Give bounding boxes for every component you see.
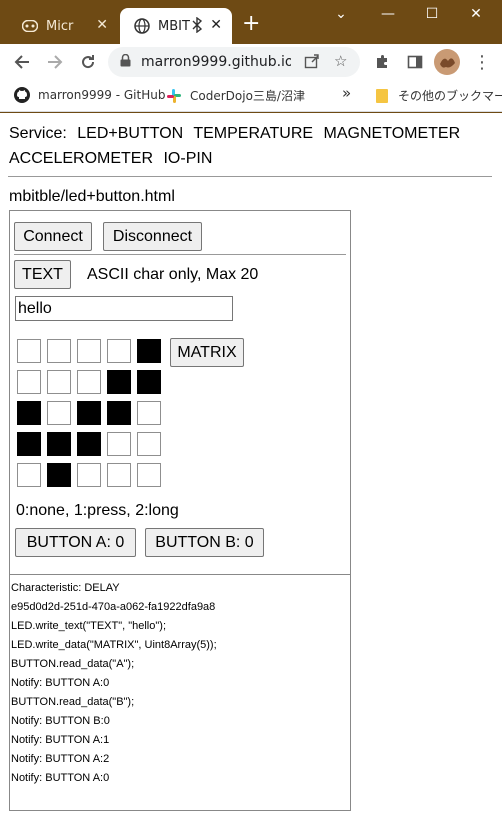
minimize-button[interactable]: —	[374, 6, 402, 22]
forward-icon[interactable]	[43, 50, 67, 74]
log-line: BUTTON.read_data("B");	[11, 696, 135, 708]
led-cell[interactable]	[77, 401, 101, 425]
button-b[interactable]: BUTTON B: 0	[145, 528, 264, 557]
led-cell[interactable]	[47, 401, 71, 425]
service-link-io-pin[interactable]: IO-PIN	[163, 150, 212, 167]
led-cell[interactable]	[137, 401, 161, 425]
bookmark-label: その他のブックマーク	[398, 89, 502, 103]
github-icon	[14, 87, 30, 103]
share-icon[interactable]	[304, 53, 320, 73]
service-link-accelerometer[interactable]: ACCELEROMETER	[9, 150, 153, 167]
connect-button[interactable]: Connect	[14, 222, 92, 251]
tab-mbit[interactable]: MBIT ✕	[120, 8, 232, 44]
log-line: Notify: BUTTON B:0	[11, 715, 110, 727]
led-cell[interactable]	[17, 432, 41, 456]
led-cell[interactable]	[137, 370, 161, 394]
led-cell[interactable]	[137, 339, 161, 363]
led-cell[interactable]	[107, 401, 131, 425]
service-prefix: Service:	[9, 125, 67, 142]
tab-label: MBIT	[158, 18, 190, 34]
log-line: Notify: BUTTON A:2	[11, 753, 110, 765]
led-cell[interactable]	[47, 463, 71, 487]
page-filename: mbitble/led+button.html	[9, 188, 175, 205]
bookmark-github[interactable]: marron9999 - GitHub	[14, 87, 165, 103]
tab-strip: Micr ✕ MBIT ✕ + ⌄ — ☐ ✕	[0, 0, 502, 44]
matrix-button[interactable]: MATRIX	[170, 338, 244, 367]
globe-icon	[134, 18, 150, 34]
led-cell[interactable]	[107, 463, 131, 487]
led-cell[interactable]	[47, 339, 71, 363]
disconnect-button[interactable]: Disconnect	[103, 222, 202, 251]
url-text: marron9999.github.io...	[141, 54, 291, 70]
tab-close-icon[interactable]: ✕	[210, 17, 222, 33]
log-line: e95d0d2d-251d-470a-a062-fa1922dfa9a8	[11, 601, 216, 613]
tab-label: Micr	[46, 18, 74, 34]
text-hint: ASCII char only, Max 20	[87, 266, 259, 283]
led-cell[interactable]	[77, 339, 101, 363]
led-cell[interactable]	[107, 432, 131, 456]
led-cell[interactable]	[17, 463, 41, 487]
led-cell[interactable]	[17, 339, 41, 363]
text-button[interactable]: TEXT	[14, 260, 71, 289]
other-bookmarks[interactable]: その他のブックマーク	[374, 87, 502, 104]
divider	[8, 176, 492, 177]
bookmark-label: CoderDojo三島/沼津	[190, 89, 305, 103]
profile-avatar[interactable]	[434, 49, 460, 75]
log-line: LED.write_text("TEXT", "hello");	[11, 620, 166, 632]
led-cell[interactable]	[17, 401, 41, 425]
divider	[14, 254, 346, 255]
divider	[10, 574, 350, 575]
extensions-icon[interactable]	[370, 50, 394, 74]
service-link-temperature[interactable]: TEMPERATURE	[193, 125, 313, 142]
event-log: Characteristic: DELAY e95d0d2d-251d-470a-…	[11, 579, 217, 788]
tab-close-icon[interactable]: ✕	[96, 17, 108, 33]
led-cell[interactable]	[17, 370, 41, 394]
led-cell[interactable]	[137, 432, 161, 456]
reload-icon[interactable]	[76, 50, 100, 74]
led-cell[interactable]	[137, 463, 161, 487]
log-line: LED.write_data("MATRIX", Uint8Array(5));	[11, 639, 217, 651]
bookmarks-bar: marron9999 - GitHub CoderDojo三島/沼津 » その他…	[0, 80, 502, 112]
log-line: Notify: BUTTON A:0	[11, 677, 110, 689]
service-list: Service: LED+BUTTON TEMPERATURE MAGNETOM…	[9, 121, 489, 171]
led-button-panel: Connect Disconnect TEXT ASCII char only,…	[9, 210, 351, 811]
page-content: Service: LED+BUTTON TEMPERATURE MAGNETOM…	[0, 113, 502, 832]
menu-icon[interactable]: ⋮	[470, 50, 494, 74]
text-input[interactable]: hello	[15, 296, 233, 321]
led-cell[interactable]	[47, 432, 71, 456]
maximize-button[interactable]: ☐	[418, 6, 446, 22]
tab-search-icon[interactable]: ⌄	[327, 6, 355, 22]
side-panel-icon[interactable]	[403, 50, 427, 74]
log-line: Notify: BUTTON A:1	[11, 734, 110, 746]
close-window-button[interactable]: ✕	[462, 6, 490, 22]
new-tab-button[interactable]: +	[242, 13, 260, 35]
led-cell[interactable]	[77, 370, 101, 394]
led-cell[interactable]	[77, 463, 101, 487]
led-cell[interactable]	[77, 432, 101, 456]
bookmark-label: marron9999 - GitHub	[38, 88, 166, 102]
browser-toolbar: marron9999.github.io... ☆ ⋮	[0, 44, 502, 80]
address-bar[interactable]: marron9999.github.io... ☆	[108, 47, 360, 77]
log-line: BUTTON.read_data("A");	[11, 658, 135, 670]
led-cell[interactable]	[47, 370, 71, 394]
slack-icon	[166, 88, 182, 104]
led-cell[interactable]	[107, 370, 131, 394]
star-icon[interactable]: ☆	[334, 52, 347, 70]
button-a[interactable]: BUTTON A: 0	[15, 528, 136, 557]
service-link-led-button[interactable]: LED+BUTTON	[77, 125, 183, 142]
back-icon[interactable]	[10, 50, 34, 74]
folder-icon	[374, 88, 390, 104]
log-line: Notify: BUTTON A:0	[11, 772, 110, 784]
bluetooth-icon	[192, 16, 203, 37]
led-cell[interactable]	[107, 339, 131, 363]
bookmark-coderdojo[interactable]: CoderDojo三島/沼津	[166, 87, 305, 104]
log-line: Characteristic: DELAY	[11, 582, 120, 594]
bookmarks-overflow-button[interactable]: »	[342, 84, 351, 102]
tab-micro[interactable]: Micr ✕	[8, 8, 118, 44]
gamepad-icon	[22, 18, 38, 34]
lock-icon	[120, 53, 131, 71]
service-link-magnetometer[interactable]: MAGNETOMETER	[324, 125, 461, 142]
button-state-legend: 0:none, 1:press, 2:long	[16, 502, 179, 519]
